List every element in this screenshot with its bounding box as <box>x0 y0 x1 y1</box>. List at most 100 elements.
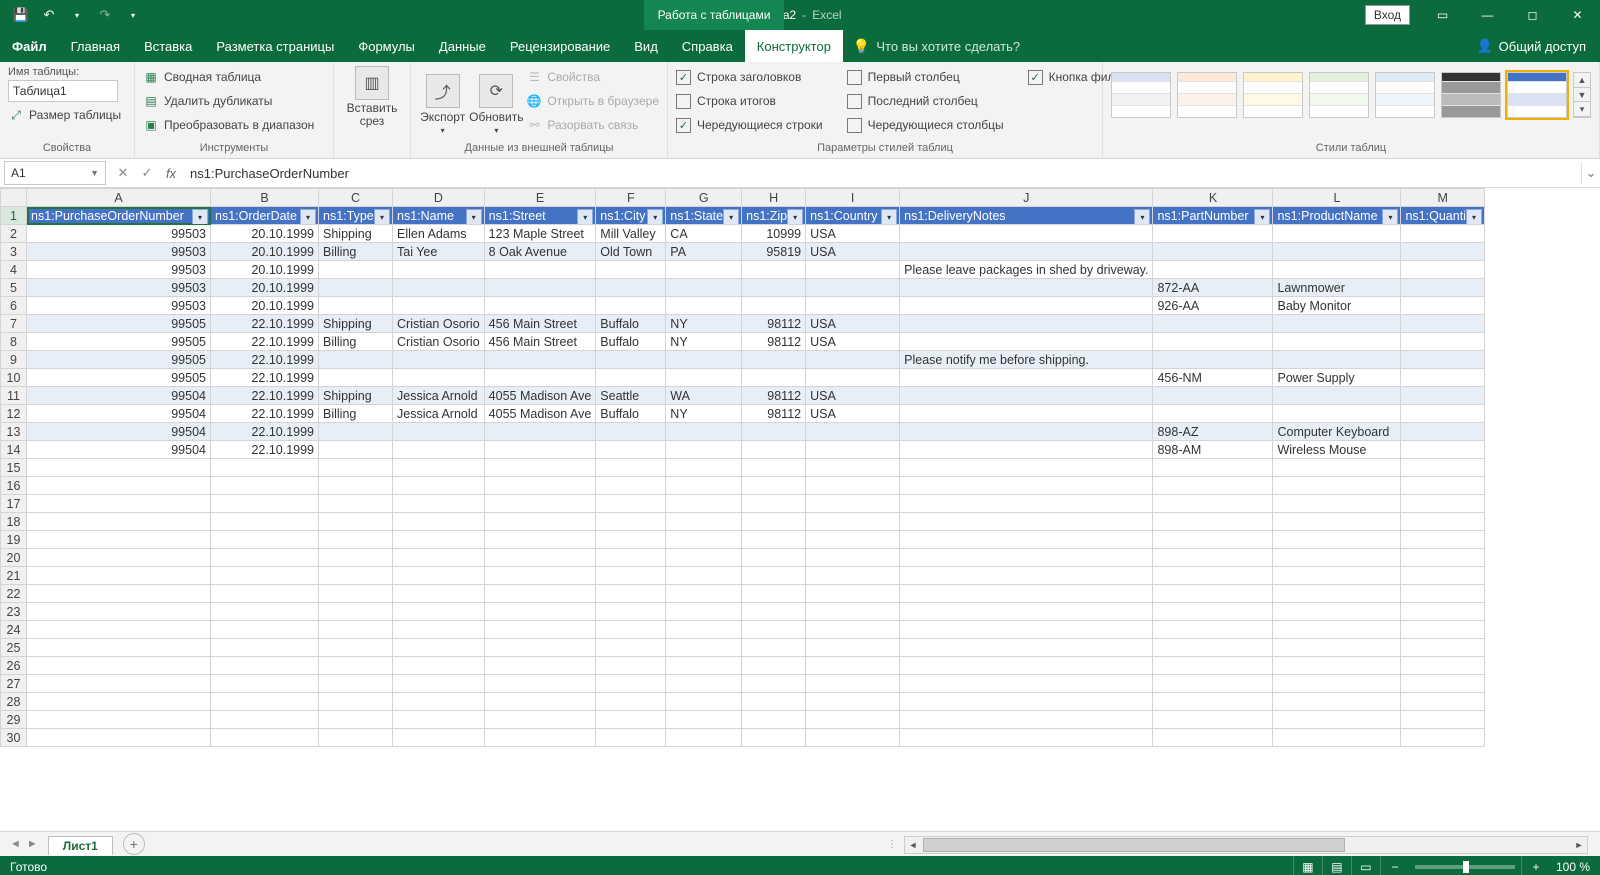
cell[interactable] <box>900 603 1153 621</box>
cell[interactable] <box>742 279 806 297</box>
cell[interactable] <box>1153 675 1273 693</box>
zoom-slider[interactable] <box>1415 865 1515 869</box>
cell[interactable] <box>27 729 211 747</box>
cell[interactable]: Cristian Osorio <box>393 333 485 351</box>
cell[interactable] <box>393 513 485 531</box>
cell[interactable] <box>596 585 666 603</box>
cell[interactable] <box>1273 513 1401 531</box>
cell[interactable] <box>742 585 806 603</box>
gallery-more[interactable]: ▲▼▾ <box>1573 72 1591 118</box>
cell[interactable] <box>1401 639 1484 657</box>
cell[interactable] <box>211 711 319 729</box>
cell[interactable] <box>596 423 666 441</box>
cell[interactable] <box>742 351 806 369</box>
cell[interactable] <box>742 621 806 639</box>
cell[interactable] <box>319 495 393 513</box>
row-header[interactable]: 22 <box>1 585 27 603</box>
cell[interactable] <box>27 567 211 585</box>
style-thumb[interactable] <box>1441 72 1501 118</box>
cell[interactable] <box>806 297 900 315</box>
row-header[interactable]: 28 <box>1 693 27 711</box>
cell[interactable] <box>596 459 666 477</box>
insert-slicer-button[interactable]: ▥ Вставить срез <box>344 66 400 128</box>
tab-разметка страницы[interactable]: Разметка страницы <box>204 30 346 62</box>
undo-icon[interactable]: ↶ <box>36 3 62 27</box>
scroll-up-icon[interactable]: ▲ <box>1574 73 1590 88</box>
last-col-check[interactable]: Последний столбец <box>847 90 1004 112</box>
cell[interactable] <box>1273 693 1401 711</box>
cell[interactable] <box>1153 585 1273 603</box>
cell[interactable]: USA <box>806 225 900 243</box>
cell[interactable] <box>1273 225 1401 243</box>
cell[interactable] <box>319 693 393 711</box>
header-row-check[interactable]: ✓Строка заголовков <box>676 66 823 88</box>
fx-icon[interactable]: fx <box>160 166 182 181</box>
cell[interactable] <box>1401 369 1484 387</box>
cell[interactable]: 22.10.1999 <box>211 369 319 387</box>
cell[interactable] <box>806 729 900 747</box>
cell[interactable]: Please leave packages in shed by drivewa… <box>900 261 1153 279</box>
cell[interactable] <box>596 441 666 459</box>
cell[interactable] <box>484 711 596 729</box>
cell[interactable]: 456 Main Street <box>484 315 596 333</box>
zoom-percent[interactable]: 100 % <box>1550 860 1590 874</box>
cell[interactable] <box>1153 495 1273 513</box>
cell[interactable] <box>484 675 596 693</box>
refresh-button[interactable]: ⟳Обновить▾ <box>470 66 522 142</box>
cell[interactable]: 99504 <box>27 423 211 441</box>
cell[interactable] <box>211 513 319 531</box>
cell[interactable] <box>900 531 1153 549</box>
cell[interactable] <box>1273 711 1401 729</box>
cell[interactable] <box>484 423 596 441</box>
cell[interactable]: 99505 <box>27 333 211 351</box>
cell[interactable] <box>806 639 900 657</box>
cell[interactable] <box>319 639 393 657</box>
cell[interactable] <box>1401 657 1484 675</box>
horizontal-scrollbar[interactable]: ◄ ► <box>904 836 1588 854</box>
cell[interactable] <box>27 477 211 495</box>
scroll-down-icon[interactable]: ▼ <box>1574 88 1590 103</box>
styles-gallery[interactable]: ▲▼▾ <box>1111 66 1591 118</box>
cell[interactable] <box>393 675 485 693</box>
cell[interactable] <box>742 261 806 279</box>
maximize-icon[interactable]: ◻ <box>1510 0 1555 30</box>
cell[interactable] <box>393 585 485 603</box>
cell[interactable] <box>1153 333 1273 351</box>
cell[interactable] <box>596 675 666 693</box>
cell[interactable] <box>900 657 1153 675</box>
cell[interactable] <box>1153 477 1273 495</box>
cell[interactable]: Billing <box>319 405 393 423</box>
cell[interactable] <box>900 675 1153 693</box>
row-header[interactable]: 10 <box>1 369 27 387</box>
spreadsheet-grid[interactable]: ABCDEFGHIJKLM1ns1:PurchaseOrderNumber▾ns… <box>0 188 1485 747</box>
normal-view-icon[interactable]: ▦ <box>1293 856 1322 875</box>
cell[interactable]: Old Town <box>596 243 666 261</box>
style-thumb[interactable] <box>1375 72 1435 118</box>
table-header-cell[interactable]: ns1:ProductName▾ <box>1273 207 1401 225</box>
cell[interactable] <box>666 603 742 621</box>
cell[interactable] <box>742 477 806 495</box>
cell[interactable] <box>1153 603 1273 621</box>
cell[interactable] <box>1401 423 1484 441</box>
expand-formula-icon[interactable]: ⌄ <box>1581 162 1600 184</box>
row-header[interactable]: 7 <box>1 315 27 333</box>
cell[interactable] <box>319 711 393 729</box>
row-header[interactable]: 20 <box>1 549 27 567</box>
cell[interactable] <box>1401 603 1484 621</box>
cell[interactable] <box>806 423 900 441</box>
table-header-cell[interactable]: ns1:Zip▾ <box>742 207 806 225</box>
row-header[interactable]: 26 <box>1 657 27 675</box>
cell[interactable] <box>900 459 1153 477</box>
cell[interactable] <box>1401 477 1484 495</box>
cell[interactable] <box>806 513 900 531</box>
col-header[interactable]: D <box>393 189 485 207</box>
cell[interactable] <box>27 711 211 729</box>
enter-icon[interactable]: ✓ <box>136 165 158 181</box>
cell[interactable]: 98112 <box>742 315 806 333</box>
row-header[interactable]: 6 <box>1 297 27 315</box>
row-header[interactable]: 24 <box>1 621 27 639</box>
cell[interactable] <box>319 567 393 585</box>
cell[interactable] <box>27 639 211 657</box>
cell[interactable] <box>1153 351 1273 369</box>
cell[interactable] <box>484 729 596 747</box>
